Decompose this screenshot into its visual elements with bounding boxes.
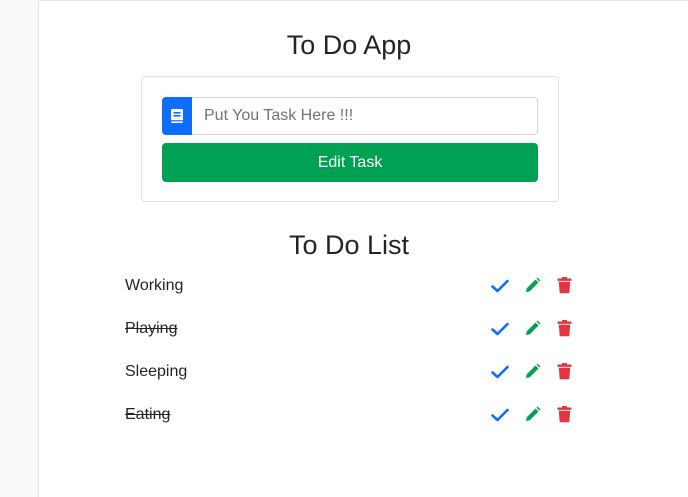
check-icon[interactable] [491,277,509,295]
trash-icon[interactable] [555,277,573,295]
pencil-icon[interactable] [523,363,541,381]
edit-task-button[interactable]: Edit Task [162,143,538,182]
trash-icon[interactable] [555,406,573,424]
list-item: Playing [125,307,573,350]
check-icon[interactable] [491,406,509,424]
task-form-card: Edit Task [141,76,559,202]
task-actions [491,277,573,295]
task-label: Eating [125,405,171,423]
task-label: Sleeping [125,362,188,380]
pencil-icon[interactable] [523,277,541,295]
book-icon [162,97,192,135]
check-icon[interactable] [491,320,509,338]
check-icon[interactable] [491,363,509,381]
page-container: To Do App Edit Task To Do List Working [38,0,688,497]
task-label: Playing [125,319,178,337]
task-actions [491,363,573,381]
list-item: Working [125,264,573,307]
task-list: Working Playing Sleeping Eating [125,264,573,436]
app-title: To Do App [286,30,412,60]
task-actions [491,320,573,338]
task-actions [491,406,573,424]
list-item: Sleeping [125,350,573,393]
task-label: Working [125,276,184,294]
list-title: To Do List [288,230,410,260]
task-input[interactable] [192,97,538,135]
trash-icon[interactable] [555,320,573,338]
pencil-icon[interactable] [523,406,541,424]
task-input-group [162,97,538,135]
list-item: Eating [125,393,573,436]
pencil-icon[interactable] [523,320,541,338]
trash-icon[interactable] [555,363,573,381]
